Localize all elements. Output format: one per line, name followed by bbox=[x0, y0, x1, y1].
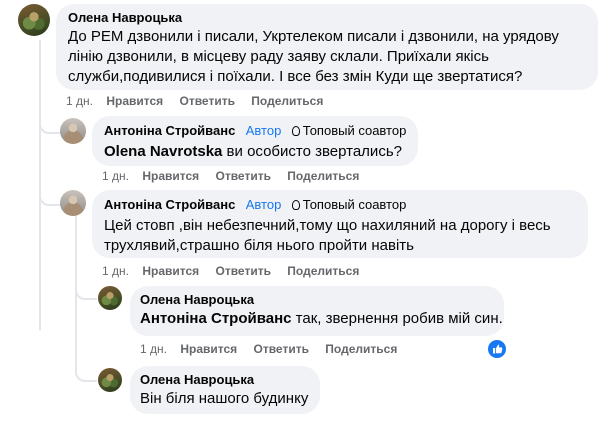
like-button[interactable]: Нравится bbox=[106, 94, 163, 108]
reply-button[interactable]: Ответить bbox=[254, 342, 309, 356]
comment-time[interactable]: 1 дн. bbox=[102, 264, 129, 278]
like-button[interactable]: Нравится bbox=[142, 169, 199, 183]
avatar[interactable] bbox=[98, 368, 122, 392]
comment-author[interactable]: Олена Навроцька bbox=[140, 372, 310, 387]
author-badge: Автор bbox=[245, 123, 282, 138]
reply-button[interactable]: Ответить bbox=[216, 169, 271, 183]
avatar[interactable] bbox=[98, 286, 122, 310]
comment-actions: 1 дн. Нравится Ответить Поделиться bbox=[140, 342, 397, 356]
mention-link[interactable]: Антоніна Стройванс bbox=[140, 310, 292, 327]
comment-author[interactable]: Олена Навроцька bbox=[68, 10, 586, 25]
comment-actions: 1 дн. Нравится Ответить Поделиться bbox=[66, 94, 323, 108]
comment-time[interactable]: 1 дн. bbox=[66, 94, 93, 108]
avatar[interactable] bbox=[18, 4, 50, 36]
comment-bubble: Олена Навроцька Антоніна Стройванс так, … bbox=[130, 286, 504, 336]
comment-text: Цей стовп ,він небезпечний,тому що нахил… bbox=[104, 217, 551, 254]
share-button[interactable]: Поделиться bbox=[251, 94, 323, 108]
thread-elbow-4 bbox=[75, 360, 97, 382]
comment-bubble: Олена Навроцька До РЕМ дзвонили і писали… bbox=[56, 4, 598, 90]
comment-bubble: Олена Навроцька Він біля нашого будинку bbox=[130, 366, 320, 414]
thread-elbow-2 bbox=[39, 184, 61, 206]
thread-elbow-1 bbox=[39, 112, 61, 134]
comment-time[interactable]: 1 дн. bbox=[140, 342, 167, 356]
share-button[interactable]: Поделиться bbox=[287, 264, 359, 278]
like-button[interactable]: Нравится bbox=[180, 342, 237, 356]
comment-actions: 1 дн. Нравится Ответить Поделиться bbox=[102, 169, 359, 183]
comment-text: Антоніна Стройванс так, звернення робив … bbox=[140, 310, 503, 327]
top-contributor-badge: Топовый соавтор bbox=[291, 123, 406, 138]
comment-time[interactable]: 1 дн. bbox=[102, 169, 129, 183]
share-button[interactable]: Поделиться bbox=[287, 169, 359, 183]
like-reaction-icon[interactable] bbox=[486, 338, 508, 360]
comment-bubble: Антоніна Стройванс Автор Топовый соавтор… bbox=[92, 116, 418, 166]
comment-text: Він біля нашого будинку bbox=[140, 390, 309, 407]
thread-elbow-3 bbox=[75, 278, 97, 300]
comment-author[interactable]: Антоніна Стройванс bbox=[104, 123, 235, 138]
comment-text: Olena Navrotska ви особисто звертались? bbox=[104, 143, 402, 160]
avatar[interactable] bbox=[60, 190, 86, 216]
comment-bubble: Антоніна Стройванс Автор Топовый соавтор… bbox=[92, 190, 588, 258]
badge-icon bbox=[291, 200, 300, 210]
mention-link[interactable]: Olena Navrotska bbox=[104, 143, 222, 160]
top-contributor-badge: Топовый соавтор bbox=[291, 197, 406, 212]
comment-author[interactable]: Антоніна Стройванс bbox=[104, 197, 235, 212]
thumbs-up-icon bbox=[493, 344, 503, 354]
comment-author[interactable]: Олена Навроцька bbox=[140, 292, 494, 307]
badge-icon bbox=[291, 126, 300, 136]
share-button[interactable]: Поделиться bbox=[325, 342, 397, 356]
comment-text: До РЕМ дзвонили і писали, Укртелеком пис… bbox=[68, 28, 559, 85]
avatar[interactable] bbox=[60, 118, 86, 144]
reply-button[interactable]: Ответить bbox=[216, 264, 271, 278]
author-badge: Автор bbox=[245, 197, 282, 212]
like-button[interactable]: Нравится bbox=[142, 264, 199, 278]
reply-button[interactable]: Ответить bbox=[180, 94, 235, 108]
comment-actions: 1 дн. Нравится Ответить Поделиться bbox=[102, 264, 359, 278]
